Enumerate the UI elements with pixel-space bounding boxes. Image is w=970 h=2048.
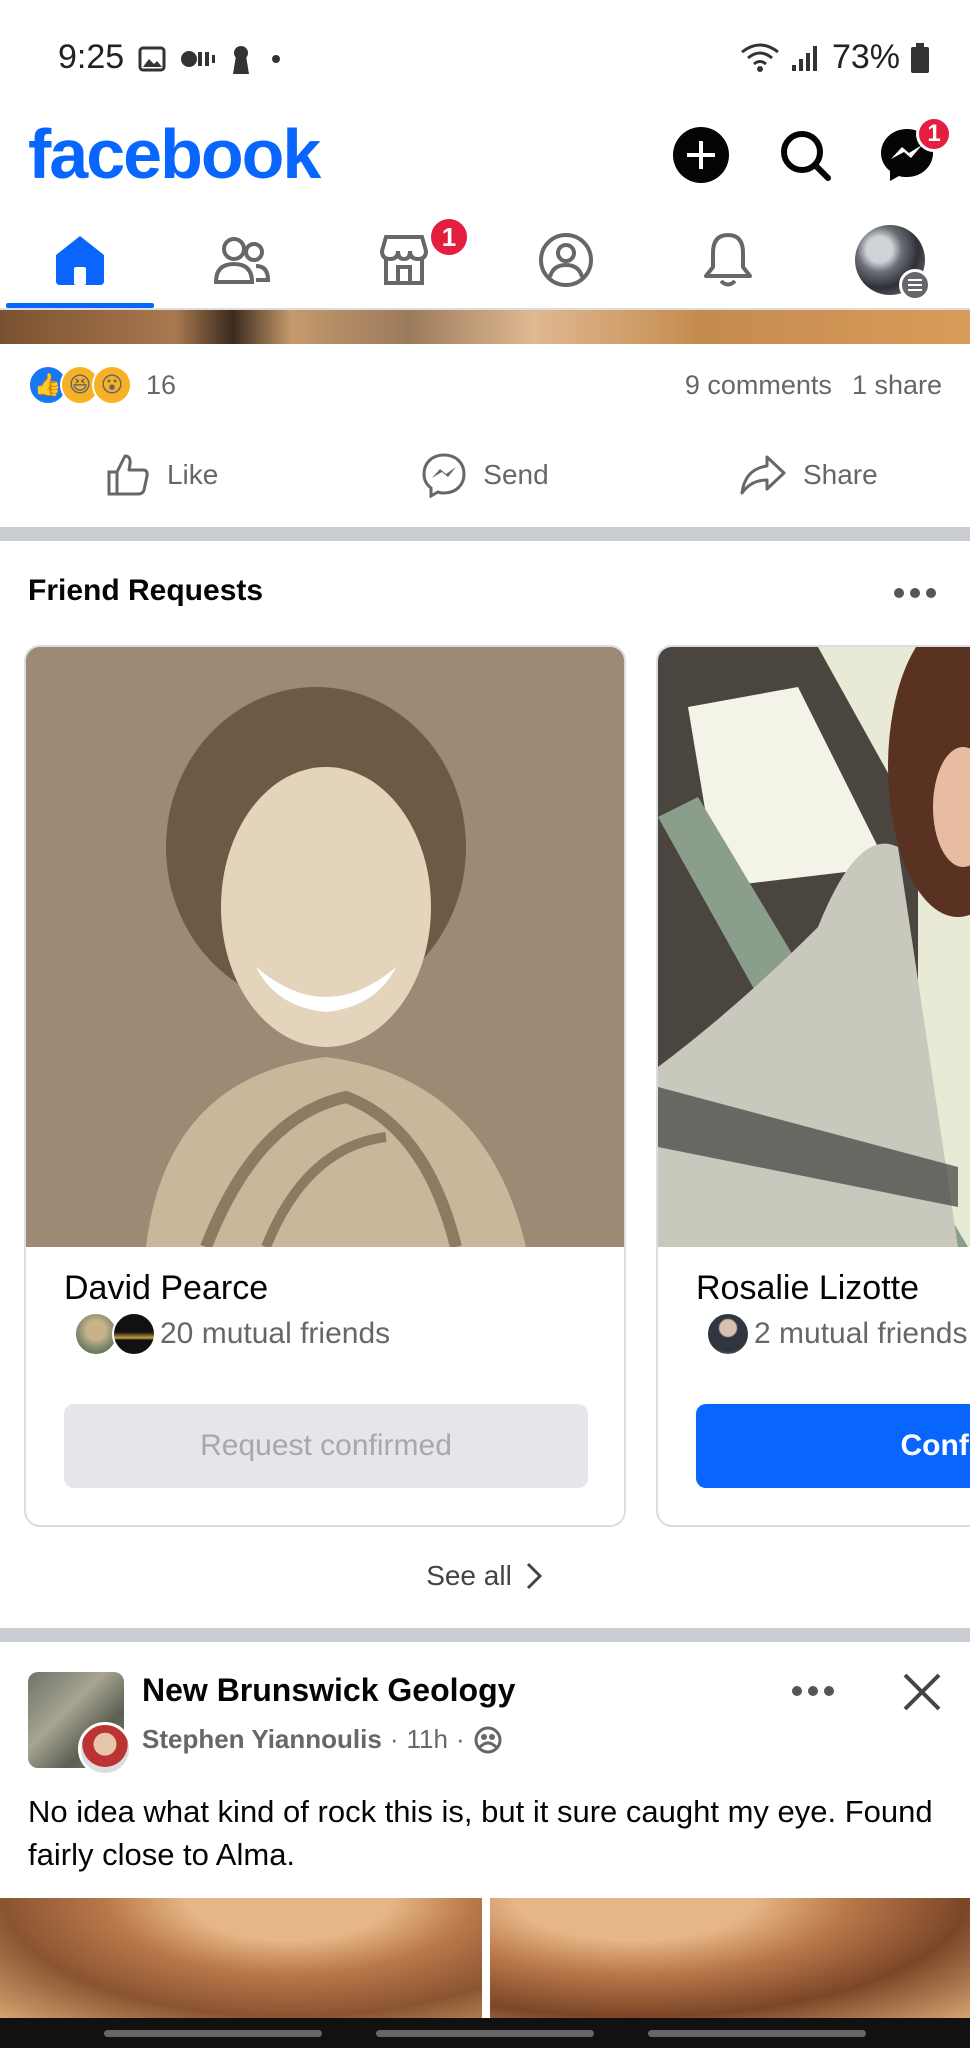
status-right: 73% [740, 38, 930, 77]
profile-icon [539, 233, 593, 287]
friend-request-card[interactable]: Rosalie Lizotte 2 mutual friends Confirm [656, 645, 970, 1527]
reaction-summary[interactable]: 👍 😆 😮 16 [28, 365, 176, 405]
tab-profile[interactable] [486, 212, 646, 308]
tab-home[interactable] [0, 212, 160, 308]
tab-friends[interactable] [162, 212, 322, 308]
status-bar: 9:25 73% [0, 0, 970, 110]
messenger-button[interactable]: 1 [872, 116, 952, 190]
tab-menu[interactable] [810, 212, 970, 308]
battery-percent: 73% [831, 38, 900, 76]
mutual-friend-avatar [112, 1312, 156, 1356]
friend-requests-title: Friend Requests [28, 574, 264, 607]
request-confirmed-button: Request confirmed [64, 1404, 588, 1488]
home-icon [56, 236, 104, 285]
avatar [855, 225, 931, 301]
see-all-label: See all [426, 1560, 512, 1591]
voicemail-icon [181, 51, 215, 67]
requester-name[interactable]: Rosalie Lizotte [696, 1269, 919, 1308]
mutual-friends-text: 2 mutual friends [754, 1317, 968, 1350]
bust-illustration [26, 647, 624, 1250]
confirm-button[interactable]: Confirm [696, 1404, 970, 1488]
friend-request-card[interactable]: David Pearce 20 mutual friends Request c… [24, 645, 626, 1527]
mutual-friend-avatar [706, 1312, 750, 1356]
bell-icon [704, 233, 752, 287]
group-name[interactable]: New Brunswick Geology [142, 1672, 515, 1709]
mutual-friends-text: 20 mutual friends [160, 1317, 391, 1350]
facebook-logo[interactable]: facebook [28, 114, 321, 194]
thumbs-up-icon [107, 454, 149, 496]
share-label: Share [802, 459, 878, 490]
author-avatar[interactable] [78, 1722, 132, 1776]
notification-icons [138, 44, 286, 74]
keyhole-icon [233, 46, 249, 74]
comments-count[interactable]: 9 comments [685, 370, 832, 401]
search-button[interactable] [770, 120, 840, 190]
facebook-feed: 9:25 73% facebook 1 1 👍 😆 😮 16 9 comment… [0, 0, 970, 2048]
tab-marketplace[interactable]: 1 [324, 212, 484, 308]
post-more-button[interactable] [792, 1686, 834, 1696]
main-nav: 1 [0, 212, 970, 310]
see-all-link[interactable]: See all [0, 1560, 970, 1592]
plus-circle-icon [673, 127, 729, 183]
post-photo[interactable] [0, 1898, 482, 2018]
chevron-right-icon [526, 1562, 542, 1590]
mutual-friends: 20 mutual friends [74, 1312, 390, 1356]
post-author[interactable]: Stephen Yiannoulis [142, 1724, 382, 1755]
like-label: Like [166, 459, 219, 490]
like-button[interactable]: Like [0, 438, 323, 512]
create-button[interactable] [666, 120, 736, 190]
search-icon [781, 131, 831, 181]
post-actions: Like Send Share [0, 438, 970, 512]
messenger-badge: 1 [916, 116, 952, 152]
battery-icon [911, 42, 929, 73]
dot-icon [272, 55, 280, 63]
group-avatar[interactable] [28, 1672, 132, 1776]
signal-icon [791, 45, 817, 71]
post-text: No idea what kind of rock this is, but i… [28, 1794, 933, 1872]
requester-name[interactable]: David Pearce [64, 1269, 268, 1308]
friends-icon [213, 237, 271, 284]
reactions-bar: 👍 😆 😮 16 9 comments 1 share [28, 360, 942, 410]
gallery-icon [138, 46, 166, 72]
wifi-icon [741, 43, 779, 72]
previous-post-image[interactable] [0, 310, 970, 344]
reaction-count: 16 [146, 369, 177, 400]
tab-notifications[interactable] [648, 212, 808, 308]
friend-requests-more-button[interactable] [894, 588, 936, 598]
post-time[interactable]: 11h [407, 1724, 448, 1755]
share-button[interactable]: Share [647, 438, 970, 512]
send-label: Send [483, 459, 549, 490]
post-meta: Stephen Yiannoulis · 11h · [142, 1724, 503, 1755]
engagement-counts: 9 comments 1 share [685, 370, 942, 401]
messenger-outline-icon [422, 453, 466, 498]
shares-count[interactable]: 1 share [852, 370, 942, 401]
mutual-friends: 2 mutual friends [706, 1312, 967, 1356]
feed-divider [0, 527, 970, 541]
menu-badge-icon [899, 269, 931, 301]
requester-photo[interactable] [26, 647, 624, 1250]
system-gesture-bar [0, 2018, 970, 2048]
selfie-illustration [658, 647, 970, 1247]
close-icon[interactable] [902, 1672, 942, 1712]
send-button[interactable]: Send [323, 438, 646, 512]
marketplace-badge: 1 [428, 216, 470, 258]
group-audience-icon [474, 1726, 502, 1753]
marketplace-icon [379, 235, 429, 285]
share-icon [740, 455, 786, 495]
feed-divider [0, 1628, 970, 1642]
post-photo[interactable] [490, 1898, 970, 2018]
app-header: facebook 1 [0, 110, 970, 210]
status-time: 9:25 [58, 38, 125, 76]
wow-reaction-icon: 😮 [92, 365, 132, 405]
requester-photo[interactable] [658, 647, 970, 1247]
